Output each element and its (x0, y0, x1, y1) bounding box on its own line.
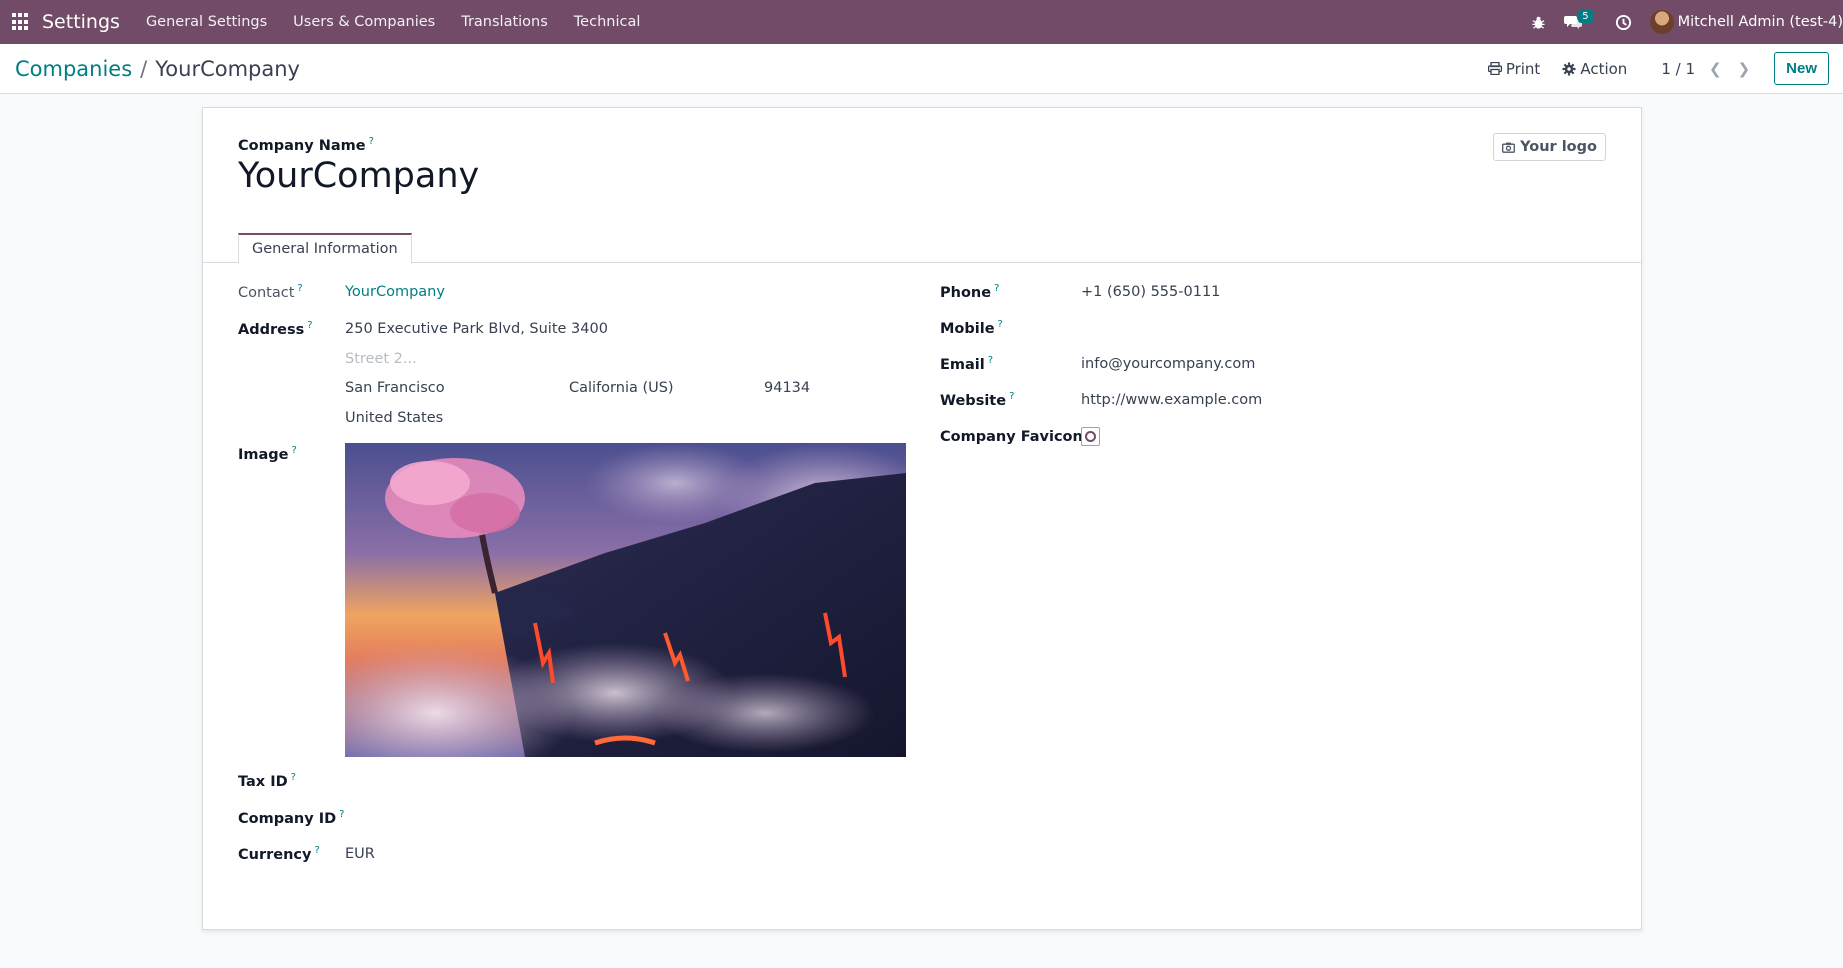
company-id-label: Company ID? (238, 809, 345, 827)
menu-technical[interactable]: Technical (574, 14, 641, 30)
website-field[interactable]: http://www.example.com (1081, 392, 1262, 408)
mobile-label: Mobile? (940, 319, 1003, 337)
pager-previous-icon[interactable]: ❮ (1709, 60, 1722, 78)
country-field[interactable]: United States (345, 410, 443, 426)
action-label: Action (1580, 59, 1628, 78)
action-button[interactable]: Action (1562, 60, 1627, 78)
company-name-field[interactable]: YourCompany (238, 156, 479, 196)
print-icon (1487, 62, 1502, 75)
user-name: Mitchell Admin (test-4) (1677, 14, 1843, 30)
camera-icon (1502, 142, 1516, 153)
gear-icon (1562, 62, 1576, 75)
address-label: Address? (238, 320, 313, 338)
debug-bug-icon[interactable] (1531, 15, 1546, 30)
breadcrumb-separator: / (140, 56, 148, 81)
print-button[interactable]: Print (1487, 59, 1541, 78)
avatar (1649, 10, 1674, 34)
phone-field[interactable]: +1 (650) 555-0111 (1081, 284, 1220, 300)
app-name[interactable]: Settings (42, 11, 120, 33)
currency-field[interactable]: EUR (345, 846, 375, 862)
user-menu[interactable]: Mitchell Admin (test-4) (1649, 10, 1843, 34)
email-label: Email? (940, 355, 994, 373)
favicon-icon (1085, 431, 1096, 442)
your-logo-label: Your logo (1520, 139, 1597, 155)
messages-badge: 5 (1578, 9, 1593, 23)
breadcrumb-companies[interactable]: Companies (15, 57, 132, 81)
control-panel: Companies / YourCompany Print Action 1 /… (0, 44, 1843, 94)
website-label: Website? (940, 391, 1015, 409)
phone-label: Phone? (940, 283, 1000, 301)
messages-menu[interactable]: 5 (1564, 9, 1596, 30)
menu-translations[interactable]: Translations (461, 14, 548, 30)
zip-field[interactable]: 94134 (764, 380, 810, 396)
company-favicon-field[interactable] (1081, 427, 1100, 446)
tax-id-label: Tax ID? (238, 772, 296, 790)
currency-label: Currency? (238, 845, 320, 863)
menu-general-settings[interactable]: General Settings (146, 14, 267, 30)
email-field[interactable]: info@yourcompany.com (1081, 356, 1255, 372)
tab-general-information[interactable]: General Information (238, 233, 412, 264)
print-label: Print (1505, 59, 1541, 78)
breadcrumb: Companies / YourCompany (15, 57, 300, 81)
street2-field[interactable]: Street 2... (345, 351, 417, 367)
new-button[interactable]: New (1774, 52, 1829, 85)
menu-users-companies[interactable]: Users & Companies (293, 14, 435, 30)
activity-clock-icon[interactable] (1615, 14, 1632, 31)
image-label: Image? (238, 445, 297, 463)
pager-next-icon[interactable]: ❯ (1738, 60, 1751, 78)
app-menu-icon[interactable] (12, 13, 30, 31)
company-name-label: Company Name? (238, 136, 374, 154)
breadcrumb-current: YourCompany (155, 56, 300, 81)
form-tabs: General Information (203, 226, 1641, 264)
company-image[interactable] (345, 443, 906, 757)
top-navbar: Settings General Settings Users & Compan… (0, 0, 1843, 44)
your-logo-button[interactable]: Your logo (1493, 133, 1606, 161)
pager-value[interactable]: 1 / 1 (1661, 60, 1695, 78)
company-favicon-label: Company Favicon? (940, 427, 1091, 445)
street-field[interactable]: 250 Executive Park Blvd, Suite 3400 (345, 321, 608, 337)
contact-label: Contact? (238, 283, 303, 301)
city-field[interactable]: San Francisco (345, 380, 445, 396)
contact-field[interactable]: YourCompany (345, 284, 445, 300)
state-field[interactable]: California (US) (569, 380, 674, 396)
form-sheet: Company Name? YourCompany Your logo Gene… (202, 107, 1642, 930)
